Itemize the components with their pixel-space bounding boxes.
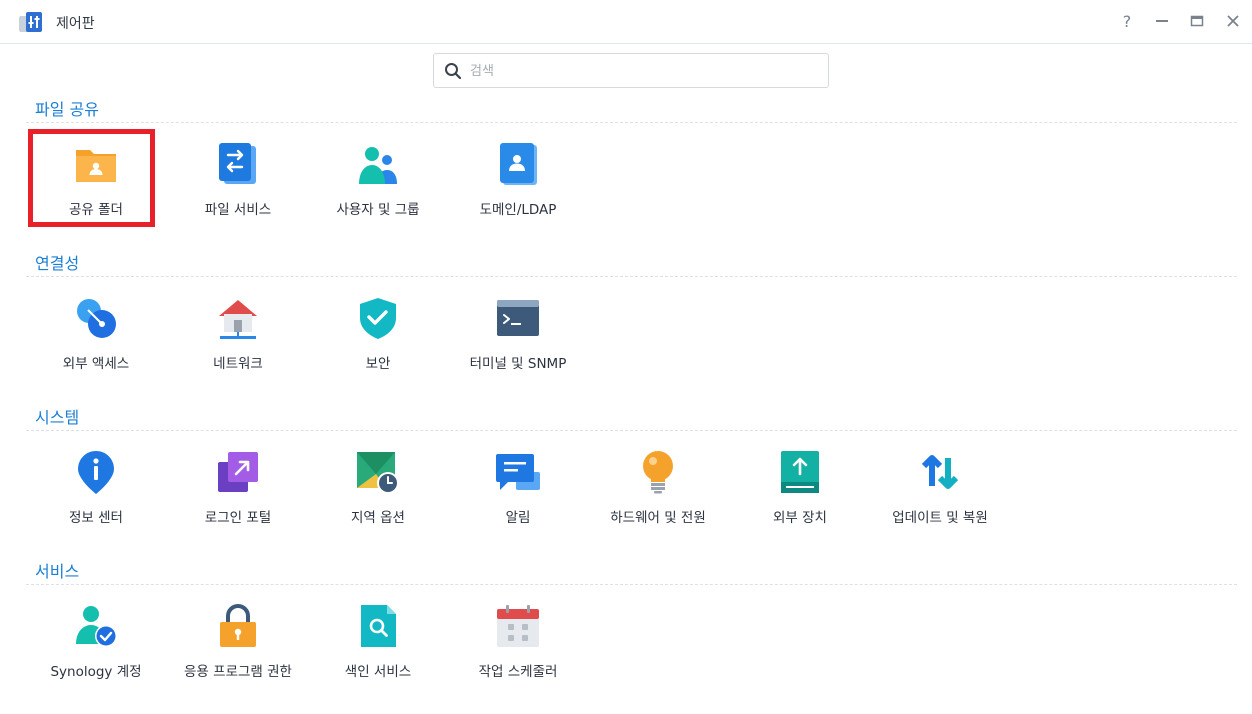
task-scheduler-icon bbox=[496, 604, 540, 648]
section-divider bbox=[26, 276, 1237, 277]
item-label: 파일 서비스 bbox=[204, 202, 272, 218]
users-groups-icon bbox=[356, 142, 400, 186]
external-access-icon bbox=[74, 296, 118, 340]
item-indexing-service[interactable]: 색인 서비스 bbox=[308, 604, 448, 688]
regional-options-icon bbox=[356, 450, 400, 494]
item-update-restore[interactable]: 업데이트 및 복원 bbox=[870, 450, 1010, 534]
search-box[interactable] bbox=[433, 53, 829, 88]
info-center-icon bbox=[74, 450, 118, 494]
item-label: 색인 서비스 bbox=[344, 664, 412, 680]
item-info-center[interactable]: 정보 센터 bbox=[26, 450, 166, 534]
hardware-power-icon bbox=[636, 450, 680, 494]
section-title-system: 시스템 bbox=[35, 408, 80, 427]
security-shield-icon bbox=[356, 296, 400, 340]
item-hardware-power[interactable]: 하드웨어 및 전원 bbox=[588, 450, 728, 534]
section-divider bbox=[26, 584, 1237, 585]
search-icon bbox=[444, 62, 462, 80]
item-label: 정보 센터 bbox=[69, 510, 123, 526]
terminal-icon bbox=[496, 296, 540, 340]
item-label: 업데이트 및 복원 bbox=[892, 510, 988, 526]
item-label: 외부 장치 bbox=[773, 510, 827, 526]
search-input[interactable] bbox=[470, 59, 820, 83]
item-users-groups[interactable]: 사용자 및 그룹 bbox=[308, 142, 448, 226]
item-terminal-snmp[interactable]: 터미널 및 SNMP bbox=[448, 296, 588, 380]
control-panel-app-icon bbox=[18, 10, 44, 34]
item-network[interactable]: 네트워크 bbox=[168, 296, 308, 380]
item-label: 알림 bbox=[505, 510, 531, 526]
item-shared-folder[interactable]: 공유 폴더 bbox=[26, 142, 166, 226]
item-security[interactable]: 보안 bbox=[308, 296, 448, 380]
item-external-access[interactable]: 외부 액세스 bbox=[26, 296, 166, 380]
close-icon[interactable] bbox=[1222, 10, 1244, 32]
item-label: 지역 옵션 bbox=[351, 510, 405, 526]
file-services-icon bbox=[216, 142, 260, 186]
item-domain-ldap[interactable]: 도메인/LDAP bbox=[448, 142, 588, 226]
item-label: 터미널 및 SNMP bbox=[469, 356, 567, 372]
item-regional-options[interactable]: 지역 옵션 bbox=[308, 450, 448, 534]
item-notification[interactable]: 알림 bbox=[448, 450, 588, 534]
synology-account-icon bbox=[74, 604, 118, 648]
item-label: 보안 bbox=[365, 356, 391, 372]
window-title: 제어판 bbox=[56, 16, 95, 32]
item-application-privileges[interactable]: 응용 프로그램 권한 bbox=[168, 604, 308, 688]
title-bar: 제어판 ? bbox=[0, 0, 1252, 44]
item-label: 공유 폴더 bbox=[69, 202, 123, 218]
item-label: 네트워크 bbox=[213, 356, 263, 372]
application-privileges-icon bbox=[216, 604, 260, 648]
item-file-services[interactable]: 파일 서비스 bbox=[168, 142, 308, 226]
domain-ldap-icon bbox=[496, 142, 540, 186]
external-devices-icon bbox=[778, 450, 822, 494]
item-login-portal[interactable]: 로그인 포털 bbox=[168, 450, 308, 534]
update-restore-icon bbox=[918, 450, 962, 494]
help-icon[interactable]: ? bbox=[1116, 10, 1138, 32]
item-label: Synology 계정 bbox=[50, 664, 142, 680]
item-synology-account[interactable]: Synology 계정 bbox=[26, 604, 166, 688]
item-label: 하드웨어 및 전원 bbox=[610, 510, 706, 526]
section-title-services: 서비스 bbox=[35, 562, 80, 581]
notification-icon bbox=[496, 450, 540, 494]
section-title-connectivity: 연결성 bbox=[35, 254, 80, 273]
item-external-devices[interactable]: 외부 장치 bbox=[730, 450, 870, 534]
minimize-icon[interactable] bbox=[1151, 10, 1173, 32]
item-label: 응용 프로그램 권한 bbox=[184, 664, 292, 680]
login-portal-icon bbox=[216, 450, 260, 494]
item-label: 사용자 및 그룹 bbox=[336, 202, 420, 218]
shared-folder-icon bbox=[74, 142, 118, 186]
section-divider bbox=[26, 122, 1237, 123]
maximize-icon[interactable] bbox=[1186, 10, 1208, 32]
item-label: 외부 액세스 bbox=[62, 356, 130, 372]
item-label: 도메인/LDAP bbox=[479, 202, 557, 218]
section-title-file-sharing: 파일 공유 bbox=[35, 100, 99, 119]
indexing-service-icon bbox=[356, 604, 400, 648]
item-task-scheduler[interactable]: 작업 스케줄러 bbox=[448, 604, 588, 688]
item-label: 작업 스케줄러 bbox=[478, 664, 558, 680]
section-divider bbox=[26, 430, 1237, 431]
network-icon bbox=[216, 296, 260, 340]
item-label: 로그인 포털 bbox=[204, 510, 272, 526]
